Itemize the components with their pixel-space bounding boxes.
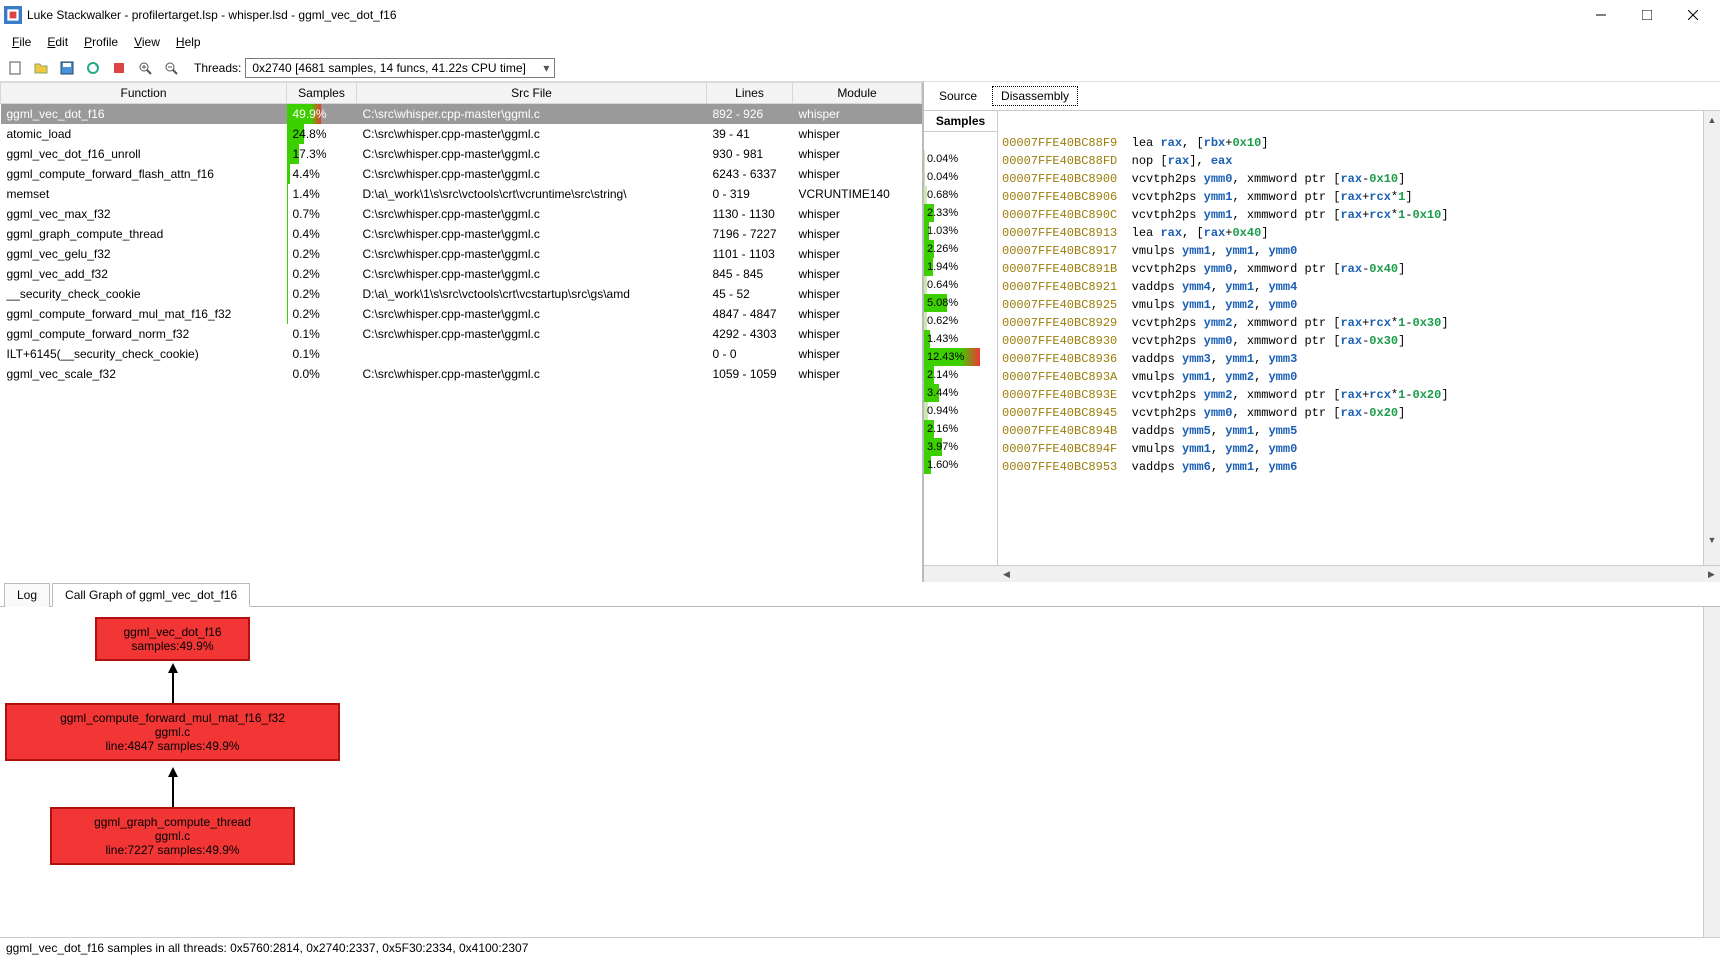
sample-pct: 1.43% [924, 330, 997, 348]
col-lines[interactable]: Lines [707, 83, 793, 104]
asm-line[interactable]: 00007FFE40BC8953 vaddps ymm6, ymm1, ymm6 [1002, 460, 1699, 478]
table-row[interactable]: ggml_graph_compute_thread0.4%C:\src\whis… [1, 224, 922, 244]
sample-pct: 0.04% [924, 150, 997, 168]
table-row[interactable]: ggml_vec_dot_f1649.9%C:\src\whisper.cpp-… [1, 104, 922, 125]
close-button[interactable] [1670, 0, 1716, 30]
sample-pct: 12.43% [924, 348, 997, 366]
sample-pct: 2.33% [924, 204, 997, 222]
col-function[interactable]: Function [1, 83, 287, 104]
table-row[interactable]: memset1.4%D:\a\_work\1\s\src\vctools\crt… [1, 184, 922, 204]
sample-pct: 5.08% [924, 294, 997, 312]
bottom-tabs: Log Call Graph of ggml_vec_dot_f16 [0, 582, 1720, 607]
table-row[interactable]: atomic_load24.8%C:\src\whisper.cpp-maste… [1, 124, 922, 144]
asm-line[interactable]: 00007FFE40BC894B vaddps ymm5, ymm1, ymm5 [1002, 424, 1699, 442]
graph-node-caller1[interactable]: ggml_compute_forward_mul_mat_f16_f32 ggm… [5, 703, 340, 761]
sample-pct: 0.64% [924, 276, 997, 294]
window-title: Luke Stackwalker - profilertarget.lsp - … [27, 8, 1578, 22]
tab-log[interactable]: Log [4, 583, 50, 607]
new-icon[interactable] [4, 57, 26, 79]
sample-pct: 0.04% [924, 168, 997, 186]
stop-icon[interactable] [108, 57, 130, 79]
asm-line[interactable]: 00007FFE40BC8936 vaddps ymm3, ymm1, ymm3 [1002, 352, 1699, 370]
zoom-out-icon[interactable] [160, 57, 182, 79]
menu-help[interactable]: Help [168, 32, 209, 52]
asm-line[interactable]: 00007FFE40BC8913 lea rax, [rax+0x40] [1002, 226, 1699, 244]
asm-line[interactable]: 00007FFE40BC88F9 lea rax, [rbx+0x10] [1002, 136, 1699, 154]
asm-line[interactable]: 00007FFE40BC893A vmulps ymm1, ymm2, ymm0 [1002, 370, 1699, 388]
sample-pct [924, 132, 997, 150]
graph-node-caller2[interactable]: ggml_graph_compute_thread ggml.c line:72… [50, 807, 295, 865]
asm-line[interactable]: 00007FFE40BC8930 vcvtph2ps ymm0, xmmword… [1002, 334, 1699, 352]
call-graph[interactable]: ggml_vec_dot_f16 samples:49.9% ggml_comp… [0, 607, 1720, 937]
table-row[interactable]: ggml_vec_add_f320.2%C:\src\whisper.cpp-m… [1, 264, 922, 284]
zoom-in-icon[interactable] [134, 57, 156, 79]
table-row[interactable]: ggml_vec_dot_f16_unroll17.3%C:\src\whisp… [1, 144, 922, 164]
horizontal-scrollbar[interactable]: ◀▶ [924, 565, 1720, 582]
sample-pct: 0.68% [924, 186, 997, 204]
sample-pct: 1.60% [924, 456, 997, 474]
table-row[interactable]: ggml_compute_forward_mul_mat_f16_f320.2%… [1, 304, 922, 324]
col-srcfile[interactable]: Src File [357, 83, 707, 104]
status-bar: ggml_vec_dot_f16 samples in all threads:… [0, 937, 1720, 959]
sample-pct: 2.16% [924, 420, 997, 438]
disassembly-pane: Source Disassembly Samples 0.04%0.04%0.6… [924, 82, 1720, 582]
save-icon[interactable] [56, 57, 78, 79]
sample-pct: 0.62% [924, 312, 997, 330]
refresh-icon[interactable] [82, 57, 104, 79]
threads-dropdown[interactable]: 0x2740 [4681 samples, 14 funcs, 41.22s C… [245, 58, 555, 78]
graph-node-root[interactable]: ggml_vec_dot_f16 samples:49.9% [95, 617, 250, 661]
samples-column: Samples 0.04%0.04%0.68%2.33%1.03%2.26%1.… [924, 111, 998, 565]
menu-profile[interactable]: Profile [76, 32, 126, 52]
asm-line[interactable]: 00007FFE40BC893E vcvtph2ps ymm2, xmmword… [1002, 388, 1699, 406]
sample-pct: 3.97% [924, 438, 997, 456]
graph-vertical-scrollbar[interactable] [1703, 607, 1720, 937]
table-row[interactable]: ILT+6145(__security_check_cookie)0.1%0 -… [1, 344, 922, 364]
table-row[interactable]: ggml_compute_forward_flash_attn_f164.4%C… [1, 164, 922, 184]
asm-line[interactable]: 00007FFE40BC8945 vcvtph2ps ymm0, xmmword… [1002, 406, 1699, 424]
function-table[interactable]: Function Samples Src File Lines Module g… [0, 82, 922, 384]
threads-label: Threads: [194, 61, 241, 75]
sample-pct: 2.26% [924, 240, 997, 258]
table-row[interactable]: ggml_compute_forward_norm_f320.1%C:\src\… [1, 324, 922, 344]
menu-file[interactable]: File [4, 32, 39, 52]
maximize-button[interactable] [1624, 0, 1670, 30]
sample-pct: 0.94% [924, 402, 997, 420]
app-icon [4, 6, 22, 24]
tab-disassembly[interactable]: Disassembly [992, 86, 1078, 106]
sample-pct: 1.94% [924, 258, 997, 276]
vertical-scrollbar[interactable]: ▲ ▼ [1703, 111, 1720, 565]
col-samples[interactable]: Samples [287, 83, 357, 104]
function-list-pane: Function Samples Src File Lines Module g… [0, 82, 924, 582]
sample-pct: 1.03% [924, 222, 997, 240]
asm-line[interactable]: 00007FFE40BC8906 vcvtph2ps ymm1, xmmword… [1002, 190, 1699, 208]
menu-edit[interactable]: Edit [39, 32, 76, 52]
menu-view[interactable]: View [126, 32, 168, 52]
menu-bar: File Edit Profile View Help [0, 30, 1720, 54]
sample-pct: 2.14% [924, 366, 997, 384]
asm-line[interactable]: 00007FFE40BC8921 vaddps ymm4, ymm1, ymm4 [1002, 280, 1699, 298]
asm-line[interactable]: 00007FFE40BC894F vmulps ymm1, ymm2, ymm0 [1002, 442, 1699, 460]
table-row[interactable]: ggml_vec_scale_f320.0%C:\src\whisper.cpp… [1, 364, 922, 384]
col-module[interactable]: Module [793, 83, 922, 104]
asm-line[interactable]: 00007FFE40BC8925 vmulps ymm1, ymm2, ymm0 [1002, 298, 1699, 316]
disassembly-listing[interactable]: 00007FFE40BC88F9 lea rax, [rbx+0x10]0000… [998, 111, 1703, 565]
sample-pct: 3.44% [924, 384, 997, 402]
table-row[interactable]: __security_check_cookie0.2%D:\a\_work\1\… [1, 284, 922, 304]
minimize-button[interactable] [1578, 0, 1624, 30]
open-icon[interactable] [30, 57, 52, 79]
toolbar: Threads: 0x2740 [4681 samples, 14 funcs,… [0, 54, 1720, 82]
asm-line[interactable]: 00007FFE40BC8929 vcvtph2ps ymm2, xmmword… [1002, 316, 1699, 334]
asm-line[interactable]: 00007FFE40BC8917 vmulps ymm1, ymm1, ymm0 [1002, 244, 1699, 262]
asm-line[interactable]: 00007FFE40BC890C vcvtph2ps ymm1, xmmword… [1002, 208, 1699, 226]
tab-callgraph[interactable]: Call Graph of ggml_vec_dot_f16 [52, 583, 250, 607]
samples-header: Samples [924, 111, 997, 132]
asm-line[interactable]: 00007FFE40BC8900 vcvtph2ps ymm0, xmmword… [1002, 172, 1699, 190]
tab-source[interactable]: Source [930, 86, 986, 106]
title-bar: Luke Stackwalker - profilertarget.lsp - … [0, 0, 1720, 30]
asm-line[interactable]: 00007FFE40BC891B vcvtph2ps ymm0, xmmword… [1002, 262, 1699, 280]
table-row[interactable]: ggml_vec_max_f320.7%C:\src\whisper.cpp-m… [1, 204, 922, 224]
table-row[interactable]: ggml_vec_gelu_f320.2%C:\src\whisper.cpp-… [1, 244, 922, 264]
asm-line[interactable]: 00007FFE40BC88FD nop [rax], eax [1002, 154, 1699, 172]
